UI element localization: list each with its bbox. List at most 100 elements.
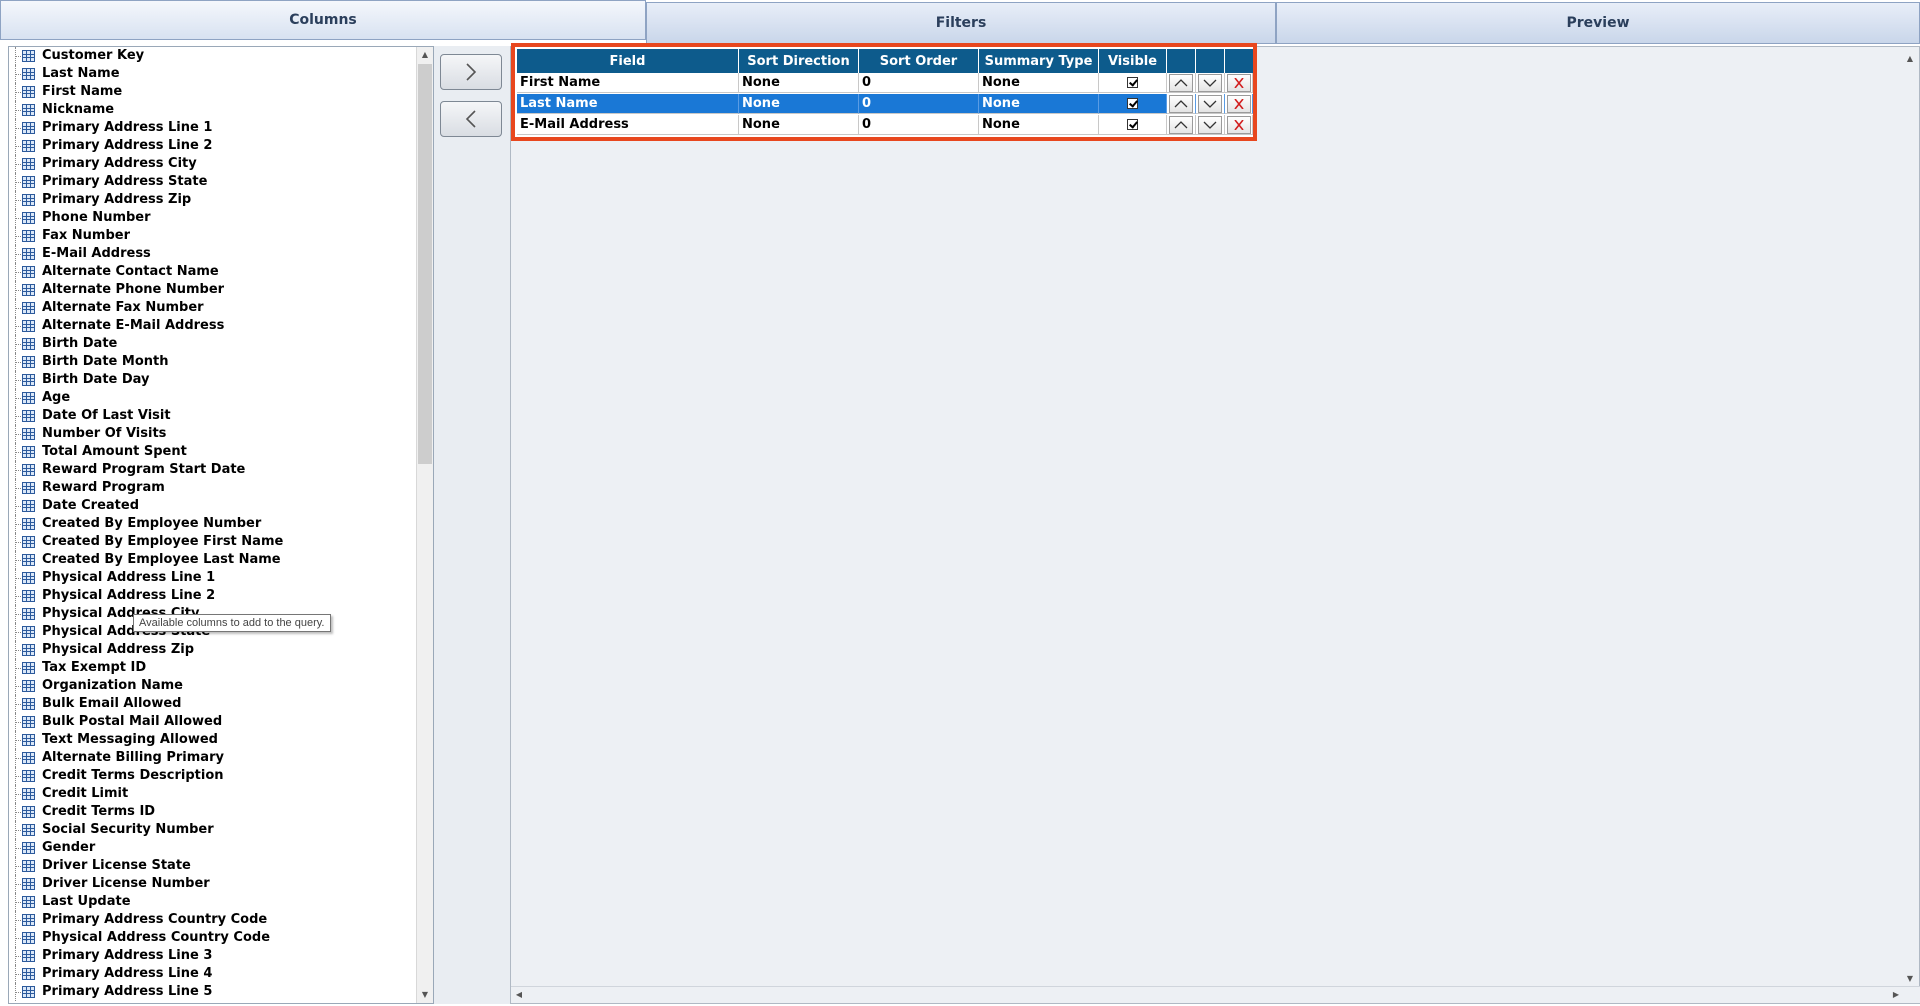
column-list-item[interactable]: Nickname xyxy=(9,101,417,119)
cell-summary-type[interactable]: None xyxy=(979,94,1099,114)
column-list-item[interactable]: Primary Address City xyxy=(9,155,417,173)
column-list-item[interactable]: Tax Exempt ID xyxy=(9,659,417,677)
column-list-item[interactable]: Primary Address Line 1 xyxy=(9,119,417,137)
move-down-button[interactable] xyxy=(1198,73,1222,92)
column-list-item[interactable]: Created By Employee First Name xyxy=(9,533,417,551)
column-list-item[interactable]: E-Mail Address xyxy=(9,245,417,263)
cell-summary-type[interactable]: None xyxy=(979,73,1099,93)
header-summary-type[interactable]: Summary Type xyxy=(979,49,1099,73)
remove-column-button[interactable] xyxy=(440,101,502,137)
delete-row-button[interactable] xyxy=(1226,73,1251,92)
column-list-item-label: Phone Number xyxy=(42,210,151,225)
add-column-button[interactable] xyxy=(440,54,502,90)
cell-field[interactable]: Last Name xyxy=(517,94,739,114)
scroll-up-arrow-icon[interactable]: ▲ xyxy=(417,47,433,63)
column-list-item[interactable]: First Name xyxy=(9,83,417,101)
scroll-right-arrow-icon[interactable]: ▶ xyxy=(1888,987,1904,1003)
grid-row[interactable]: First Name None 0 None xyxy=(517,73,1253,93)
move-up-button[interactable] xyxy=(1169,73,1193,92)
column-list-item[interactable]: Credit Terms Description xyxy=(9,767,417,785)
right-horizontal-scrollbar[interactable]: ◀ ▶ xyxy=(511,986,1920,1003)
cell-sort-order[interactable]: 0 xyxy=(859,73,979,93)
column-list-item[interactable]: Date Of Last Visit xyxy=(9,407,417,425)
tab-preview[interactable]: Preview xyxy=(1276,2,1920,44)
cell-sort-order[interactable]: 0 xyxy=(859,94,979,114)
column-list-item[interactable]: Alternate Contact Name xyxy=(9,263,417,281)
cell-sort-direction[interactable]: None xyxy=(739,115,859,135)
cell-summary-type[interactable]: None xyxy=(979,115,1099,135)
move-up-button[interactable] xyxy=(1169,115,1193,134)
tab-filters[interactable]: Filters xyxy=(646,2,1276,44)
column-list-item[interactable]: Customer Key xyxy=(9,47,417,65)
column-list-item[interactable]: Age xyxy=(9,389,417,407)
tab-columns[interactable]: Columns xyxy=(0,0,646,40)
column-list-item[interactable]: Reward Program Start Date xyxy=(9,461,417,479)
column-list-item[interactable]: Created By Employee Number xyxy=(9,515,417,533)
cell-field[interactable]: E-Mail Address xyxy=(517,115,739,135)
column-list-item[interactable]: Primary Address Zip xyxy=(9,191,417,209)
column-list-item[interactable]: Driver License State xyxy=(9,857,417,875)
column-list-item[interactable]: Physical Address Zip xyxy=(9,641,417,659)
column-list-item[interactable]: Number Of Visits xyxy=(9,425,417,443)
right-vertical-scrollbar[interactable]: ▲ ▼ xyxy=(1902,47,1919,987)
vertical-scrollbar[interactable]: ▲ ▼ xyxy=(416,47,433,1003)
column-list-item[interactable]: Alternate Billing Primary xyxy=(9,749,417,767)
column-list-item[interactable]: Bulk Postal Mail Allowed xyxy=(9,713,417,731)
column-list-item[interactable]: Credit Terms ID xyxy=(9,803,417,821)
grid-row[interactable]: Last Name None 0 None xyxy=(517,94,1253,114)
column-list-item[interactable]: Alternate E-Mail Address xyxy=(9,317,417,335)
header-sort-direction[interactable]: Sort Direction xyxy=(739,49,859,73)
column-list-item[interactable]: Physical Address Country Code xyxy=(9,929,417,947)
column-list-item[interactable]: Alternate Fax Number xyxy=(9,299,417,317)
scroll-down-arrow-icon[interactable]: ▼ xyxy=(1902,971,1918,987)
header-field[interactable]: Field xyxy=(517,49,739,73)
column-list-item[interactable]: Physical Address Line 2 xyxy=(9,587,417,605)
cell-sort-direction[interactable]: None xyxy=(739,94,859,114)
visible-checkbox[interactable] xyxy=(1127,119,1138,130)
scroll-left-arrow-icon[interactable]: ◀ xyxy=(511,987,527,1003)
column-list-item[interactable]: Text Messaging Allowed xyxy=(9,731,417,749)
column-list-item[interactable]: Primary Address State xyxy=(9,173,417,191)
column-list-item[interactable]: Primary Address Line 3 xyxy=(9,947,417,965)
cell-field[interactable]: First Name xyxy=(517,73,739,93)
column-list-item[interactable]: Alternate Phone Number xyxy=(9,281,417,299)
scroll-down-arrow-icon[interactable]: ▼ xyxy=(417,987,433,1003)
column-list-item[interactable]: Created By Employee Last Name xyxy=(9,551,417,569)
cell-sort-direction[interactable]: None xyxy=(739,73,859,93)
column-list-item[interactable]: Birth Date Day xyxy=(9,371,417,389)
visible-checkbox[interactable] xyxy=(1127,98,1138,109)
column-list-item[interactable]: Social Security Number xyxy=(9,821,417,839)
column-list-item[interactable]: Date Created xyxy=(9,497,417,515)
scrollbar-thumb[interactable] xyxy=(418,64,432,464)
delete-row-button[interactable] xyxy=(1226,115,1251,134)
delete-row-button[interactable] xyxy=(1226,94,1251,113)
column-list-item[interactable]: Driver License Number xyxy=(9,875,417,893)
column-list-item[interactable]: Birth Date Month xyxy=(9,353,417,371)
move-down-button[interactable] xyxy=(1198,115,1222,134)
visible-checkbox[interactable] xyxy=(1127,77,1138,88)
column-list-item[interactable]: Fax Number xyxy=(9,227,417,245)
column-list-item[interactable]: Primary Address Country Code xyxy=(9,911,417,929)
scroll-up-arrow-icon[interactable]: ▲ xyxy=(1902,51,1918,67)
column-list-item[interactable]: Primary Address Line 4 xyxy=(9,965,417,983)
cell-visible xyxy=(1099,115,1167,135)
column-list-item[interactable]: Gender xyxy=(9,839,417,857)
column-list-item[interactable]: Physical Address Line 1 xyxy=(9,569,417,587)
column-list-item[interactable]: Last Update xyxy=(9,893,417,911)
column-list-item[interactable]: Bulk Email Allowed xyxy=(9,695,417,713)
move-down-button[interactable] xyxy=(1198,94,1222,113)
move-up-button[interactable] xyxy=(1169,94,1193,113)
header-sort-order[interactable]: Sort Order xyxy=(859,49,979,73)
column-list-item[interactable]: Credit Limit xyxy=(9,785,417,803)
column-list-item[interactable]: Primary Address Line 5 xyxy=(9,983,417,1001)
cell-sort-order[interactable]: 0 xyxy=(859,115,979,135)
column-list-item[interactable]: Organization Name xyxy=(9,677,417,695)
column-list-item[interactable]: Primary Address Line 2 xyxy=(9,137,417,155)
column-list-item[interactable]: Birth Date xyxy=(9,335,417,353)
grid-row[interactable]: E-Mail Address None 0 None xyxy=(517,115,1253,135)
column-list-item[interactable]: Last Name xyxy=(9,65,417,83)
column-list-item[interactable]: Reward Program xyxy=(9,479,417,497)
column-list-item[interactable]: Phone Number xyxy=(9,209,417,227)
header-visible[interactable]: Visible xyxy=(1099,49,1167,73)
column-list-item[interactable]: Total Amount Spent xyxy=(9,443,417,461)
